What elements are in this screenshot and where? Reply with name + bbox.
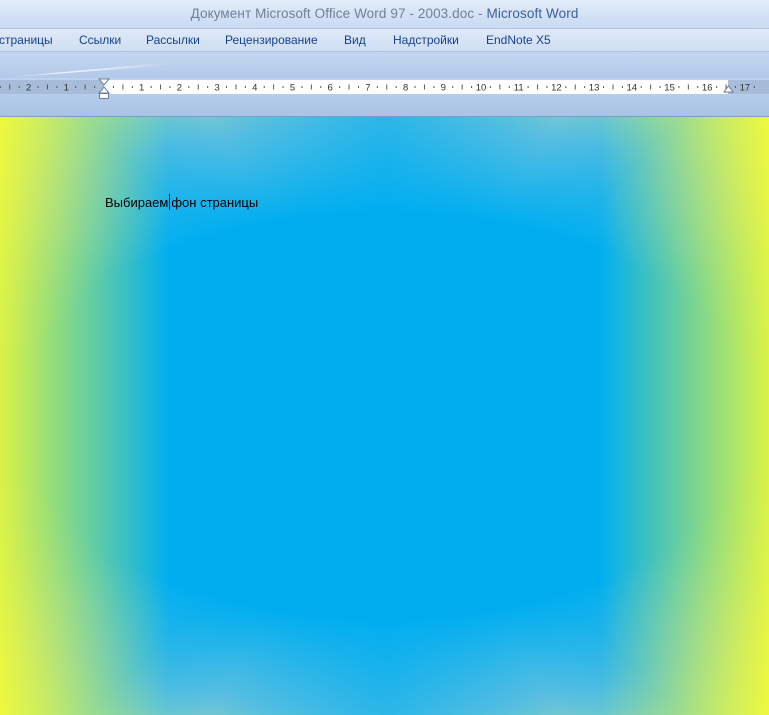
document-page[interactable]: Выбираем фон страницы: [0, 117, 769, 715]
window-title: Документ Microsoft Office Word 97 - 2003…: [191, 6, 579, 21]
tab-endnote[interactable]: EndNote X5: [486, 33, 551, 47]
right-indent-marker-icon[interactable]: [723, 85, 734, 93]
ribbon-tabs: страницы Ссылки Рассылки Рецензирование …: [0, 29, 769, 52]
tab-mailings[interactable]: Рассылки: [146, 33, 200, 47]
tab-addins[interactable]: Надстройки: [393, 33, 459, 47]
ruler-markers: [97, 78, 734, 99]
text-after-caret: фон страницы: [171, 195, 259, 210]
collapsed-ribbon: [0, 52, 769, 78]
ruler-area: 2 1 1 2 3 4 5 6 7 8 9 10 11 12 13 14 15 16 17: [0, 78, 769, 117]
title-separator: -: [474, 6, 487, 21]
text-before-caret: Выбираем: [105, 195, 169, 210]
tab-references[interactable]: Ссылки: [79, 33, 121, 47]
ribbon-swoosh-decoration: [0, 62, 170, 78]
tab-view[interactable]: Вид: [344, 33, 366, 47]
tab-review[interactable]: Рецензирование: [225, 33, 318, 47]
tab-page-layout[interactable]: страницы: [0, 33, 53, 47]
indent-marker-icon[interactable]: [97, 78, 111, 99]
document-name: Документ Microsoft Office Word 97 - 2003…: [190, 6, 475, 21]
title-bar: Документ Microsoft Office Word 97 - 2003…: [0, 0, 769, 29]
application-name: Microsoft Word: [486, 6, 579, 21]
document-text[interactable]: Выбираем фон страницы: [105, 194, 258, 210]
